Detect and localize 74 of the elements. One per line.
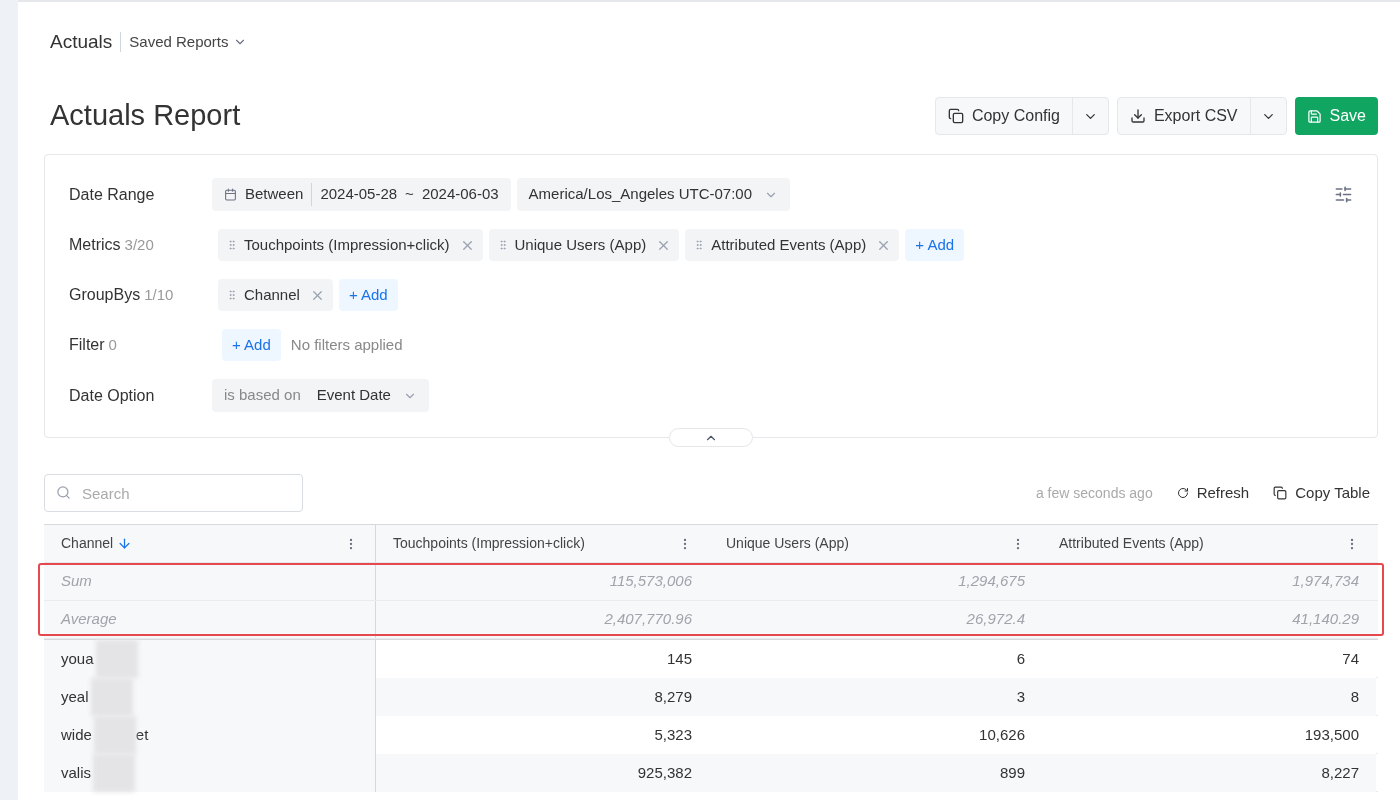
chip-label: Unique Users (App) [514, 234, 647, 255]
channel-name: et [135, 724, 149, 745]
page-title: Actuals Report [50, 98, 241, 134]
field-label: Metrics [69, 235, 121, 255]
summary-cell-text: 41,140.29 [1291, 609, 1360, 630]
split-button[interactable]: Copy Config [934, 97, 1109, 135]
count-label: 1/10 [144, 285, 174, 305]
saved-reports-menu[interactable]: Saved Reports [121, 30, 247, 54]
column-header[interactable]: Attributed Events (App) [1042, 525, 1376, 562]
floppy-icon [1306, 108, 1322, 124]
count-label: 3/20 [124, 235, 154, 255]
field-label: Date Option [69, 385, 155, 406]
channel-name: youa [61, 648, 94, 669]
channel-name: wide [61, 724, 92, 745]
summary-cell-text: 1,294,675 [957, 571, 1026, 592]
refresh-button[interactable]: Refresh [1176, 481, 1250, 505]
field-label: GroupBys [69, 285, 141, 305]
column-header[interactable]: Touchpoints (Impression+click) [376, 525, 709, 562]
table-cell: 8 [1042, 678, 1376, 716]
channel-name: yeal [61, 686, 89, 707]
summary-cell-text: 115,573,006 [608, 571, 693, 592]
settings-icon[interactable] [1334, 185, 1353, 204]
copy-table-button[interactable]: Copy Table [1273, 481, 1370, 505]
collapse-toggle[interactable] [669, 428, 753, 447]
refresh-icon [1176, 487, 1189, 499]
empty-filter-text: No filters applied [290, 334, 403, 355]
mode-label: Between [245, 183, 313, 206]
search-icon [56, 485, 71, 500]
metric-chip[interactable]: Attributed Events (App) [685, 229, 900, 261]
button-label[interactable]: Export CSV [1153, 104, 1238, 128]
table-cell: 8,227 [1042, 754, 1376, 792]
add-button[interactable]: + Add [222, 329, 281, 361]
field-label: Date Range [69, 184, 155, 205]
summary-label: Average [44, 601, 376, 638]
summary-cell-text: 2,407,770.96 [603, 609, 693, 630]
button-label[interactable]: Copy Config [971, 104, 1060, 128]
calendar-icon [224, 188, 237, 201]
table-cell: 3 [709, 678, 1042, 716]
metric-chip[interactable]: Unique Users (App) [488, 229, 680, 261]
table-cell: 925,382 [376, 754, 709, 792]
drag-handle-icon[interactable] [226, 239, 238, 251]
end-date: 2024-06-03 [421, 184, 499, 205]
column-header[interactable]: Channel [44, 525, 376, 562]
summary-label: Sum [44, 563, 376, 600]
count-label: 0 [108, 335, 117, 355]
chip-label: Attributed Events (App) [711, 234, 867, 255]
channel-name: valis [61, 762, 91, 783]
breadcrumb-title: Actuals [50, 32, 122, 52]
add-button[interactable]: + Add [338, 279, 398, 311]
sort-arrow-icon[interactable] [117, 536, 133, 551]
copy-icon [1273, 486, 1288, 500]
download-icon [1129, 108, 1146, 124]
metric-chip[interactable]: Channel [218, 279, 333, 311]
timezone-select[interactable]: America/Los_Angeles UTC-07:00 [516, 178, 791, 211]
copy-icon [947, 108, 964, 124]
metric-chip[interactable]: Touchpoints (Impression+click) [218, 229, 483, 261]
table-cell: 899 [709, 754, 1042, 792]
add-button[interactable]: + Add [905, 229, 965, 261]
chip-label: Channel [244, 284, 300, 305]
drag-handle-icon[interactable] [226, 289, 238, 301]
table-cell: 8,279 [376, 678, 709, 716]
search-field[interactable]: Search [44, 474, 303, 512]
column-header[interactable]: Unique Users (App) [709, 525, 1042, 562]
redaction-block [93, 754, 135, 792]
summary-cell-text: 26,972.4 [965, 609, 1026, 630]
summary-cell-text: 1,974,734 [1291, 571, 1360, 592]
updated-time: a few seconds ago [1035, 483, 1153, 503]
date-range-picker[interactable]: Between 2024-05-28 ~ 2024-06-03 [212, 178, 511, 211]
range-separator: ~ [405, 184, 414, 205]
start-date: 2024-05-28 [320, 184, 398, 205]
chip-label: Touchpoints (Impression+click) [244, 234, 450, 255]
field-label: Filter [69, 335, 105, 355]
split-button[interactable]: Export CSV [1116, 97, 1287, 135]
date-option-select[interactable]: is based on Event Date [212, 379, 429, 412]
